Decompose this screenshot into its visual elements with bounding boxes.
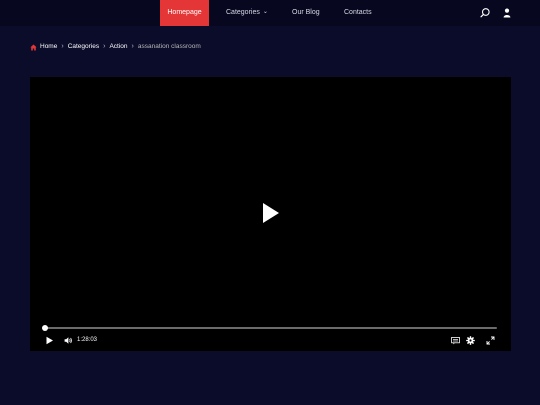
search-icon[interactable] bbox=[479, 7, 491, 19]
progress-handle[interactable] bbox=[42, 325, 48, 331]
video-player[interactable]: 1:28:03 bbox=[30, 77, 511, 351]
nav-categories[interactable]: Categories ⌄ bbox=[226, 0, 268, 26]
fullscreen-icon[interactable] bbox=[486, 336, 495, 345]
home-icon bbox=[30, 44, 37, 50]
captions-icon[interactable] bbox=[451, 336, 460, 345]
settings-icon[interactable] bbox=[466, 336, 475, 345]
nav-homepage-label: Homepage bbox=[167, 9, 202, 16]
nav-our-blog-label: Our Blog bbox=[292, 9, 320, 16]
breadcrumb-home[interactable]: Home bbox=[40, 42, 57, 52]
breadcrumb-categories[interactable]: Categories bbox=[68, 42, 99, 52]
volume-icon[interactable] bbox=[64, 336, 73, 345]
breadcrumb-current: assanation classroom bbox=[137, 43, 201, 50]
user-icon[interactable] bbox=[501, 7, 513, 19]
nav-contacts-label: Contacts bbox=[344, 9, 372, 16]
breadcrumb-separator: › bbox=[131, 43, 134, 50]
current-time: 1:28:03 bbox=[77, 337, 98, 343]
nav-categories-label: Categories bbox=[226, 9, 260, 16]
breadcrumb: Home › Categories › Action › assanation … bbox=[30, 42, 201, 52]
chevron-down-icon: ⌄ bbox=[262, 9, 268, 15]
breadcrumb-action[interactable]: Action bbox=[109, 42, 127, 52]
breadcrumb-separator: › bbox=[61, 43, 64, 50]
big-play-icon[interactable] bbox=[262, 202, 280, 224]
nav-contacts[interactable]: Contacts bbox=[344, 0, 372, 26]
header: Homepage Categories ⌄ Our Blog Contacts bbox=[0, 0, 540, 26]
play-icon[interactable] bbox=[45, 336, 54, 345]
breadcrumb-separator: › bbox=[103, 43, 106, 50]
progress-bar[interactable] bbox=[44, 327, 497, 329]
nav-our-blog[interactable]: Our Blog bbox=[292, 0, 320, 26]
nav-homepage[interactable]: Homepage bbox=[160, 0, 209, 26]
